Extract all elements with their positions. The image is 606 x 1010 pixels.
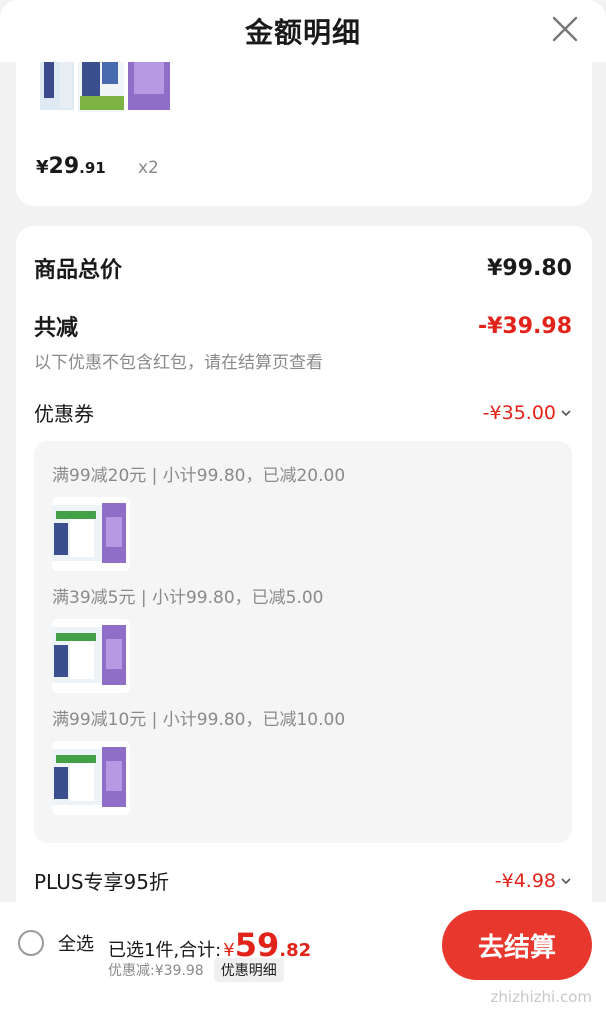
unit-price: ¥ 29 .91	[36, 154, 106, 179]
total-price-label: 商品总价	[34, 258, 123, 283]
watermark: zhizhizhi.com	[490, 988, 592, 1006]
chevron-down-icon	[561, 877, 571, 884]
discount-note: 以下优惠不包含红包，请在结算页查看	[34, 353, 323, 373]
select-all-label[interactable]: 全选	[58, 930, 94, 956]
coupon-product-image-1	[52, 497, 130, 571]
product-image	[36, 62, 176, 124]
total-price-row: 商品总价 ¥99.80	[34, 252, 572, 284]
coupon-rule-1: 满99减20元 | 小计99.80，已减20.00	[52, 466, 346, 486]
checkout-button[interactable]: 去结算	[442, 910, 592, 980]
total-reduce-label: 共减	[34, 316, 79, 341]
discount-summary: 优惠减:¥39.98 优惠明细	[108, 958, 284, 982]
total-reduce-row: 共减 -¥39.98	[34, 310, 572, 342]
coupon-row[interactable]: 优惠券 -¥35.00	[34, 398, 572, 427]
total-reduce-value: -¥39.98	[477, 313, 572, 339]
quantity: x2	[138, 158, 159, 178]
close-icon[interactable]	[550, 14, 580, 44]
discount-amount: 优惠减:¥39.98	[108, 963, 204, 979]
coupon-rule-3: 满99减10元 | 小计99.80，已减10.00	[52, 710, 346, 730]
discount-detail-button[interactable]: 优惠明细	[213, 958, 284, 982]
coupon-label: 优惠券	[34, 402, 94, 426]
amount-detail-sheet: 金额明细 ¥ 29 .91 x2 商品总价 ¥99.80 共减 -¥39.98 …	[0, 0, 606, 1010]
coupon-product-image-3	[52, 741, 130, 815]
coupon-detail-box: 满99减20元 | 小计99.80，已减20.00 满39减5元 | 小计99.…	[34, 441, 572, 843]
sheet-header: 金额明细	[0, 0, 606, 62]
coupon-rule-2: 满39减5元 | 小计99.80，已减5.00	[52, 588, 324, 608]
total-price-value: ¥99.80	[487, 255, 572, 281]
plus-discount-label: PLUS专享95折	[34, 870, 169, 894]
price-summary-card: 商品总价 ¥99.80 共减 -¥39.98 以下优惠不包含红包，请在结算页查看…	[16, 226, 592, 926]
chevron-down-icon	[561, 409, 571, 416]
checkout-bar: 全选 已选1件,合计: ¥ 59 .82 优惠减:¥39.98 优惠明细 去结算…	[0, 902, 606, 1010]
plus-discount-value[interactable]: -¥4.98	[495, 870, 572, 892]
coupon-product-image-2	[52, 619, 130, 693]
coupon-value[interactable]: -¥35.00	[483, 402, 572, 424]
radio-unchecked-icon[interactable]	[18, 930, 44, 956]
product-card: ¥ 29 .91 x2	[16, 62, 592, 206]
plus-discount-row[interactable]: PLUS专享95折 -¥4.98	[34, 866, 572, 895]
page-title: 金额明细	[244, 16, 361, 49]
